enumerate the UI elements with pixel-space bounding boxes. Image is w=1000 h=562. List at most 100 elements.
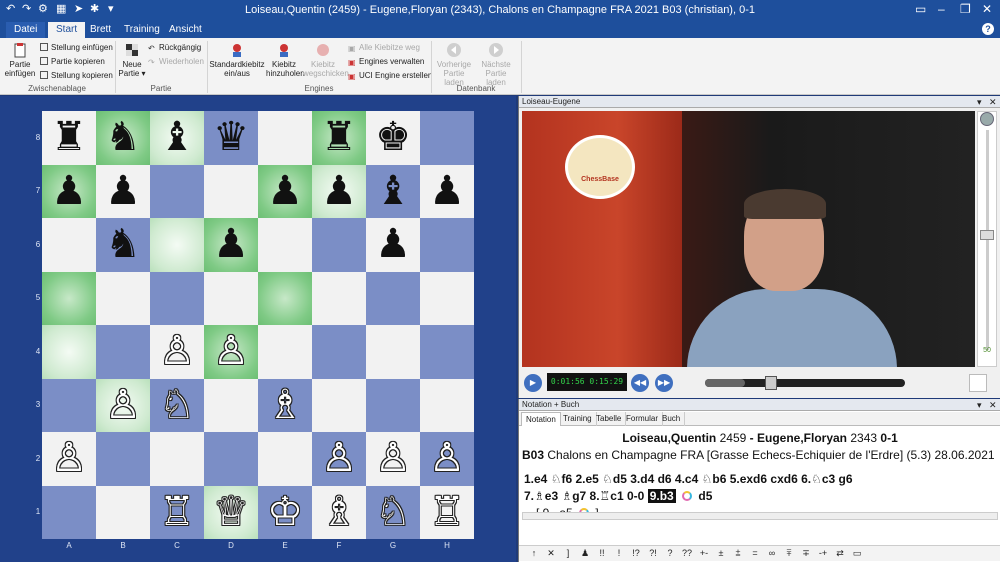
manage-engines-button[interactable]: ▣ Engines verwalten bbox=[348, 57, 424, 67]
square-b2[interactable] bbox=[96, 432, 150, 486]
piece-g6[interactable]: ♟ bbox=[366, 218, 420, 272]
annotation-button[interactable]: ! bbox=[612, 548, 626, 558]
square-g3[interactable] bbox=[366, 378, 420, 432]
square-e5[interactable] bbox=[258, 271, 312, 325]
piece-f1[interactable]: ♗ bbox=[312, 486, 366, 540]
piece-b8[interactable]: ♞ bbox=[96, 111, 150, 165]
square-f5[interactable] bbox=[312, 271, 366, 325]
annotation-button[interactable]: ♟ bbox=[578, 548, 592, 559]
remove-kibitz-button[interactable]: Kiebitz wegschicken bbox=[303, 42, 349, 78]
annotation-button[interactable]: ?? bbox=[680, 548, 694, 558]
piece-e1[interactable]: ♔ bbox=[258, 486, 312, 540]
square-d7[interactable] bbox=[204, 164, 258, 218]
piece-d8[interactable]: ♛ bbox=[204, 111, 258, 165]
piece-h2[interactable]: ♙ bbox=[420, 432, 474, 486]
piece-a2[interactable]: ♙ bbox=[42, 432, 96, 486]
pane-close-icon[interactable]: ✕ bbox=[989, 96, 997, 108]
copy-game-button[interactable]: Partie kopieren bbox=[40, 57, 105, 67]
square-c7[interactable] bbox=[150, 164, 204, 218]
piece-d4[interactable]: ♙ bbox=[204, 325, 258, 379]
square-d2[interactable] bbox=[204, 432, 258, 486]
annotation-button[interactable]: = bbox=[748, 548, 762, 558]
square-a5[interactable] bbox=[42, 271, 96, 325]
video-player[interactable]: ChessBase bbox=[522, 111, 975, 367]
moves-after-current[interactable]: d5 bbox=[698, 489, 712, 503]
close-icon[interactable]: ✕ bbox=[982, 2, 992, 16]
square-f3[interactable] bbox=[312, 378, 366, 432]
create-uci-button[interactable]: ▣ UCI Engine erstellen bbox=[348, 71, 432, 81]
square-c5[interactable] bbox=[150, 271, 204, 325]
piece-e7[interactable]: ♟ bbox=[258, 165, 312, 219]
piece-e3[interactable]: ♗ bbox=[258, 379, 312, 433]
minimize-icon[interactable]: – bbox=[938, 2, 945, 16]
piece-b6[interactable]: ♞ bbox=[96, 218, 150, 272]
tab-form[interactable]: Formular bbox=[622, 412, 664, 426]
square-b5[interactable] bbox=[96, 271, 150, 325]
annotation-button[interactable]: -+ bbox=[816, 548, 830, 558]
moves-line-1[interactable]: 1.e4 ♘f6 2.e5 ♘d5 3.d4 d6 4.c4 ♘b6 5.exd… bbox=[524, 471, 998, 488]
standard-kibitz-button[interactable]: Standardkiebitz ein/aus bbox=[209, 42, 265, 78]
seek-bar[interactable] bbox=[705, 376, 905, 390]
moves-before-current[interactable]: 7.♗e3 ♗g7 8.♖c1 0-0 bbox=[524, 489, 644, 503]
undo-button[interactable]: ↶ Rückgängig bbox=[148, 43, 201, 53]
piece-g1[interactable]: ♘ bbox=[366, 486, 420, 540]
piece-c3[interactable]: ♘ bbox=[150, 379, 204, 433]
square-h6[interactable] bbox=[420, 218, 474, 272]
redo-button[interactable]: ↷ Wiederholen bbox=[148, 57, 204, 67]
square-e2[interactable] bbox=[258, 432, 312, 486]
volume-knob-icon[interactable] bbox=[980, 112, 994, 126]
annotation-button[interactable]: ⩱ bbox=[782, 548, 796, 559]
square-h8[interactable] bbox=[420, 111, 474, 165]
annotation-button[interactable]: ⇄ bbox=[833, 548, 847, 559]
square-e4[interactable] bbox=[258, 325, 312, 379]
square-g5[interactable] bbox=[366, 271, 420, 325]
maximize-icon[interactable]: ❐ bbox=[960, 2, 971, 16]
fast-forward-icon[interactable]: ▶▶ bbox=[655, 374, 673, 392]
help-icon[interactable]: ? bbox=[982, 23, 994, 35]
piece-g7[interactable]: ♝ bbox=[366, 165, 420, 219]
seek-handle[interactable] bbox=[765, 376, 777, 390]
annotation-button[interactable]: +- bbox=[697, 548, 711, 558]
new-game-button[interactable]: Neue Partie ▾ bbox=[118, 42, 146, 78]
square-a4[interactable] bbox=[42, 325, 96, 379]
square-c2[interactable] bbox=[150, 432, 204, 486]
piece-d1[interactable]: ♕ bbox=[204, 486, 258, 540]
tab-book[interactable]: Buch bbox=[658, 412, 686, 426]
tab-board[interactable]: Brett bbox=[82, 22, 119, 38]
pane-dropdown-icon[interactable]: ▾ bbox=[977, 399, 982, 411]
square-d3[interactable] bbox=[204, 378, 258, 432]
square-h3[interactable] bbox=[420, 378, 474, 432]
square-f4[interactable] bbox=[312, 325, 366, 379]
paste-game-button[interactable]: Partie einfügen bbox=[4, 42, 36, 78]
volume-slider[interactable]: 50 bbox=[977, 111, 997, 367]
play-icon[interactable]: ▶ bbox=[524, 374, 542, 392]
piece-g8[interactable]: ♚ bbox=[366, 111, 420, 165]
square-a3[interactable] bbox=[42, 378, 96, 432]
piece-d6[interactable]: ♟ bbox=[204, 218, 258, 272]
square-e6[interactable] bbox=[258, 218, 312, 272]
annotation-button[interactable]: ?! bbox=[646, 548, 660, 558]
tab-view[interactable]: Ansicht bbox=[161, 22, 210, 38]
piece-f2[interactable]: ♙ bbox=[312, 432, 366, 486]
square-a6[interactable] bbox=[42, 218, 96, 272]
annotation-button[interactable]: ∓ bbox=[799, 548, 813, 559]
moves-line-2[interactable]: 7.♗e3 ♗g7 8.♖c1 0-0 9.b3 d5 bbox=[524, 488, 998, 505]
tab-notation[interactable]: Notation bbox=[521, 412, 561, 426]
annotation-button[interactable]: ↑ bbox=[527, 548, 541, 558]
prev-game-button[interactable]: Vorherige Partie laden bbox=[434, 42, 474, 87]
notation-scrollbar[interactable] bbox=[522, 512, 998, 520]
piece-a8[interactable]: ♜ bbox=[42, 111, 96, 165]
piece-c1[interactable]: ♖ bbox=[150, 486, 204, 540]
annotation-button[interactable]: !! bbox=[595, 548, 609, 558]
piece-c8[interactable]: ♝ bbox=[150, 111, 204, 165]
current-move[interactable]: 9.b3 bbox=[647, 489, 676, 503]
annotation-button[interactable]: ✕ bbox=[544, 548, 558, 559]
square-b1[interactable] bbox=[96, 485, 150, 539]
pane-close-icon[interactable]: ✕ bbox=[989, 399, 997, 411]
tab-training[interactable]: Training bbox=[559, 412, 597, 426]
square-h5[interactable] bbox=[420, 271, 474, 325]
piece-a7[interactable]: ♟ bbox=[42, 165, 96, 219]
square-e8[interactable] bbox=[258, 111, 312, 165]
paste-position-button[interactable]: Stellung einfügen bbox=[40, 43, 113, 53]
piece-c4[interactable]: ♙ bbox=[150, 325, 204, 379]
